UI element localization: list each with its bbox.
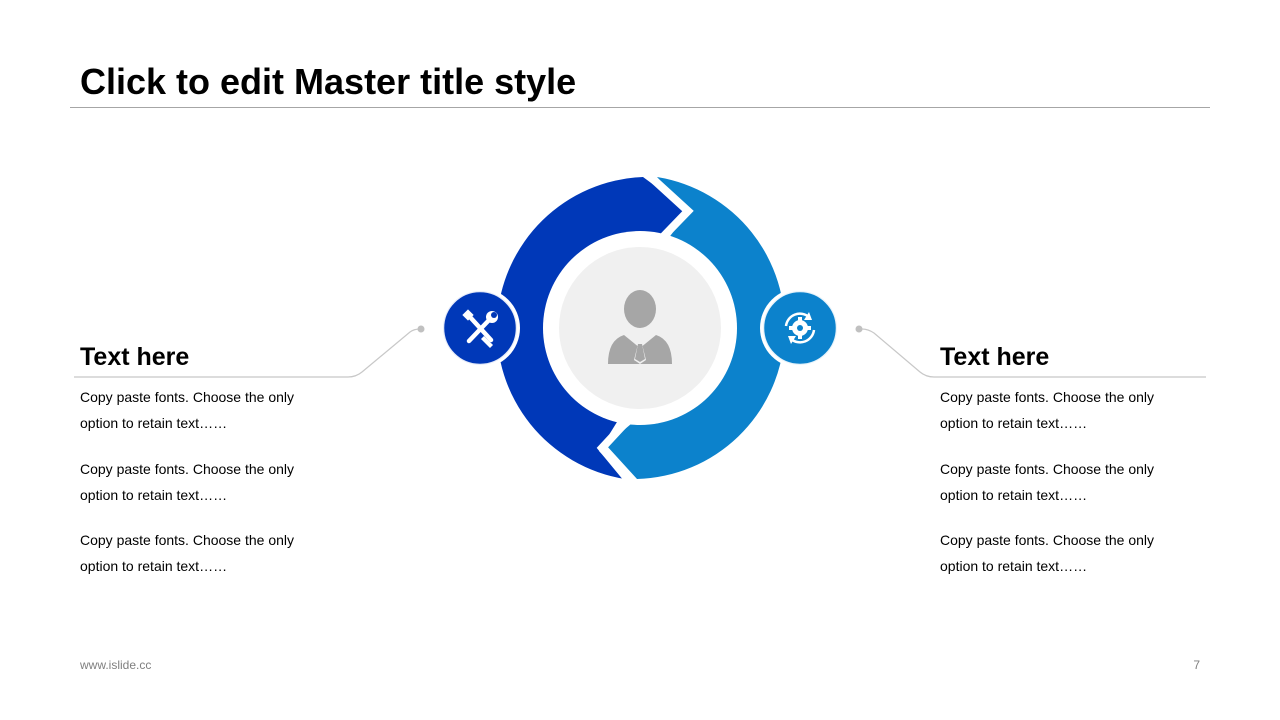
left-paragraph-2[interactable]: Copy paste fonts. Choose the only option… bbox=[80, 456, 320, 508]
left-text-block: Text here Copy paste fonts. Choose the o… bbox=[80, 340, 380, 574]
right-connector-dot bbox=[855, 325, 863, 333]
right-badge[interactable] bbox=[760, 288, 840, 368]
left-paragraph-1[interactable]: Copy paste fonts. Choose the only option… bbox=[80, 384, 320, 436]
right-paragraph-1[interactable]: Copy paste fonts. Choose the only option… bbox=[940, 384, 1180, 436]
footer-url: www.islide.cc bbox=[80, 658, 152, 672]
left-connector-dot bbox=[417, 325, 425, 333]
left-badge[interactable] bbox=[440, 288, 520, 368]
right-text-block: Text here Copy paste fonts. Choose the o… bbox=[940, 340, 1240, 574]
right-paragraph-2[interactable]: Copy paste fonts. Choose the only option… bbox=[940, 456, 1180, 508]
left-heading[interactable]: Text here bbox=[80, 340, 380, 374]
page-number: 7 bbox=[1193, 658, 1200, 672]
right-heading[interactable]: Text here bbox=[940, 340, 1240, 374]
left-paragraph-3[interactable]: Copy paste fonts. Choose the only option… bbox=[80, 527, 320, 579]
right-paragraph-3[interactable]: Copy paste fonts. Choose the only option… bbox=[940, 527, 1180, 579]
